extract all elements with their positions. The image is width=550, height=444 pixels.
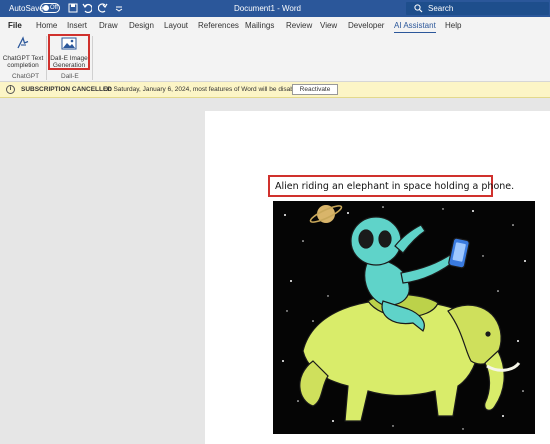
subscription-message-bar: i SUBSCRIPTION CANCELLED On Saturday, Ja…	[0, 82, 550, 98]
toggle-icon	[43, 5, 49, 11]
tab-file[interactable]: File	[8, 21, 22, 30]
tab-references[interactable]: References	[198, 21, 239, 30]
tab-insert[interactable]: Insert	[67, 21, 87, 30]
prompt-text: Alien riding an elephant in space holdin…	[275, 181, 515, 192]
tab-home[interactable]: Home	[36, 21, 57, 30]
title-bar: AutoSave Off Document1 - Word Search	[0, 0, 550, 17]
group-separator	[46, 36, 47, 80]
tab-review[interactable]: Review	[286, 21, 312, 30]
image-icon	[61, 37, 77, 50]
tab-ai-assistant[interactable]: AI Assistant	[394, 21, 436, 34]
tab-view[interactable]: View	[320, 21, 337, 30]
tab-draw[interactable]: Draw	[99, 21, 118, 30]
dalle-image-generation-button[interactable]: Dall-E Image Generation	[48, 34, 90, 70]
chatgpt-button-label: ChatGPT Text completion	[2, 54, 44, 70]
search-box[interactable]: Search	[406, 2, 549, 15]
message-title: SUBSCRIPTION CANCELLED	[21, 86, 113, 93]
ribbon-tabs: File Home Insert Draw Design Layout Refe…	[0, 17, 550, 34]
customize-icon[interactable]	[112, 1, 126, 15]
search-icon	[414, 4, 423, 13]
autosave-label: AutoSave	[9, 4, 44, 13]
search-placeholder: Search	[428, 4, 454, 13]
ribbon: ChatGPT Text completion ChatGPT Dall-E I…	[0, 33, 550, 82]
redo-icon[interactable]	[96, 1, 110, 15]
info-icon: i	[6, 85, 15, 94]
generated-image[interactable]	[273, 201, 535, 434]
alien-elephant-illustration	[282, 205, 526, 430]
dalle-button-label: Dall-E Image Generation	[50, 54, 88, 70]
document-title: Document1 - Word	[234, 4, 301, 13]
tab-layout[interactable]: Layout	[164, 21, 188, 30]
group-separator	[92, 36, 93, 80]
tab-developer[interactable]: Developer	[348, 21, 384, 30]
autosave-state: Off	[50, 5, 58, 11]
document-page[interactable]: Alien riding an elephant in space holdin…	[205, 111, 550, 444]
openai-icon	[17, 36, 29, 49]
tab-mailings[interactable]: Mailings	[245, 21, 274, 30]
reactivate-button[interactable]: Reactivate	[292, 84, 338, 95]
tab-help[interactable]: Help	[445, 21, 461, 30]
tab-design[interactable]: Design	[129, 21, 154, 30]
autosave-toggle[interactable]: Off	[40, 3, 60, 13]
save-icon[interactable]	[66, 1, 80, 15]
chatgpt-text-completion-button[interactable]: ChatGPT Text completion	[2, 34, 44, 70]
group-label-dalle: Dall-E	[61, 73, 79, 80]
prompt-text-box[interactable]: Alien riding an elephant in space holdin…	[268, 175, 514, 197]
undo-icon[interactable]	[80, 1, 94, 15]
message-text: On Saturday, January 6, 2024, most featu…	[103, 86, 305, 93]
group-label-chatgpt: ChatGPT	[12, 73, 40, 80]
